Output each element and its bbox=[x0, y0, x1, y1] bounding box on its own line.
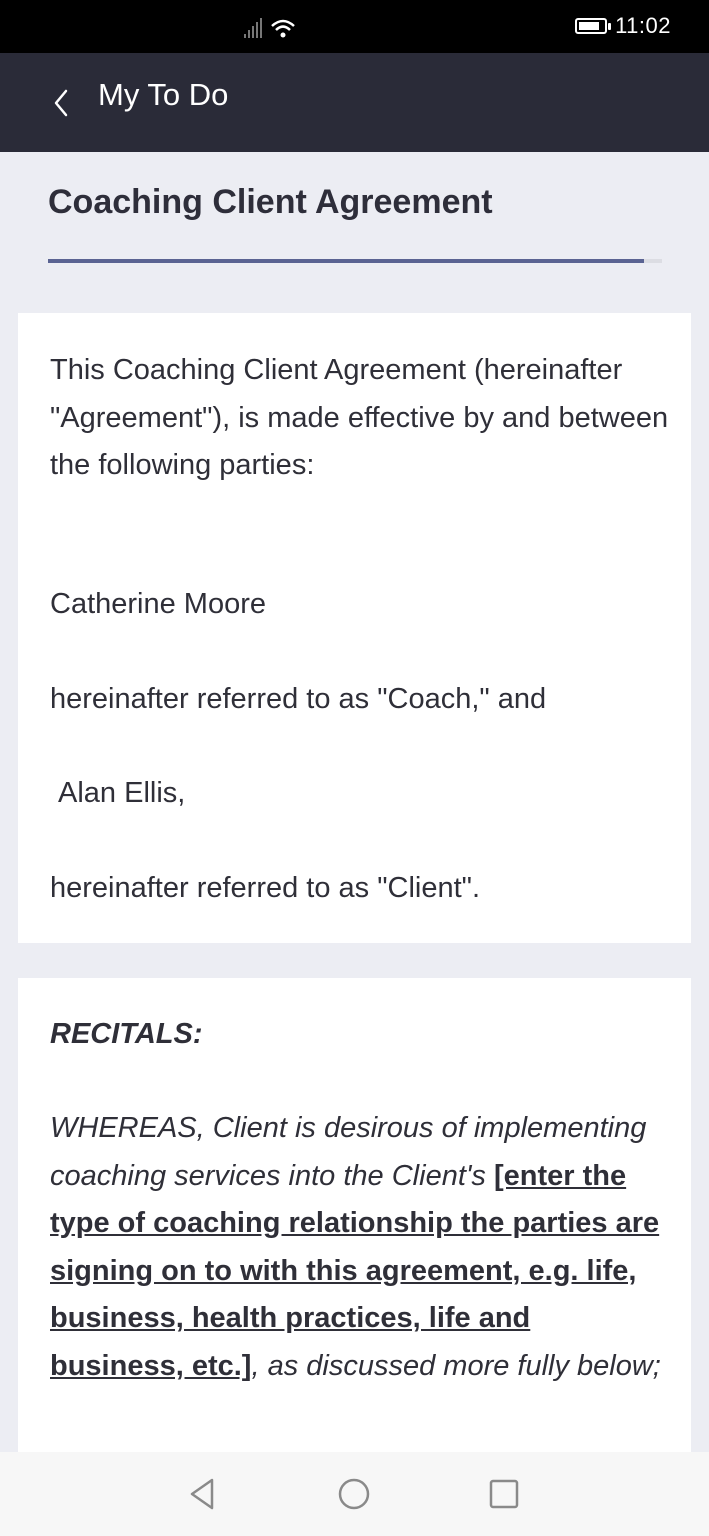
progress-bar bbox=[48, 259, 662, 263]
client-reference: hereinafter referred to as "Client". bbox=[50, 872, 481, 904]
recitals-heading: RECITALS: bbox=[50, 1018, 203, 1050]
coaching-type-placeholder[interactable]: [enter the type of coaching relationship… bbox=[50, 1160, 659, 1382]
whereas-paragraph: WHEREAS, Client is desirous of implement… bbox=[50, 1105, 670, 1390]
status-bar: 11:02 bbox=[0, 0, 709, 53]
signal-icon bbox=[244, 18, 295, 38]
nav-recents-button[interactable] bbox=[482, 1472, 526, 1516]
status-icons-center bbox=[242, 14, 302, 40]
status-time: 11:02 bbox=[615, 13, 671, 38]
home-circle-icon bbox=[338, 1478, 370, 1510]
back-button[interactable] bbox=[44, 83, 78, 123]
coach-name: Catherine Moore bbox=[50, 588, 266, 620]
coach-reference: hereinafter referred to as "Coach," and bbox=[50, 683, 547, 715]
status-right: 11:02 bbox=[575, 13, 671, 39]
intro-paragraph: This Coaching Client Agreement (hereinaf… bbox=[50, 354, 669, 481]
page-title: Coaching Client Agreement bbox=[48, 183, 493, 221]
nav-back-button[interactable] bbox=[180, 1472, 224, 1516]
agreement-parties-card: This Coaching Client Agreement (hereinaf… bbox=[18, 313, 691, 943]
header-title: My To Do bbox=[98, 77, 229, 112]
whereas-end: , as discussed more fully below; bbox=[251, 1349, 661, 1382]
recitals-card: RECITALS: WHEREAS, Client is desirous of… bbox=[18, 978, 691, 1458]
client-name: Alan Ellis, bbox=[58, 777, 186, 809]
system-nav-bar bbox=[0, 1452, 709, 1536]
progress-fill bbox=[48, 259, 644, 263]
chevron-left-icon bbox=[54, 89, 68, 117]
back-triangle-icon bbox=[190, 1478, 214, 1510]
app-header: My To Do bbox=[0, 53, 709, 152]
battery-icon bbox=[575, 18, 612, 34]
nav-home-button[interactable] bbox=[332, 1472, 376, 1516]
recents-square-icon bbox=[489, 1479, 519, 1509]
